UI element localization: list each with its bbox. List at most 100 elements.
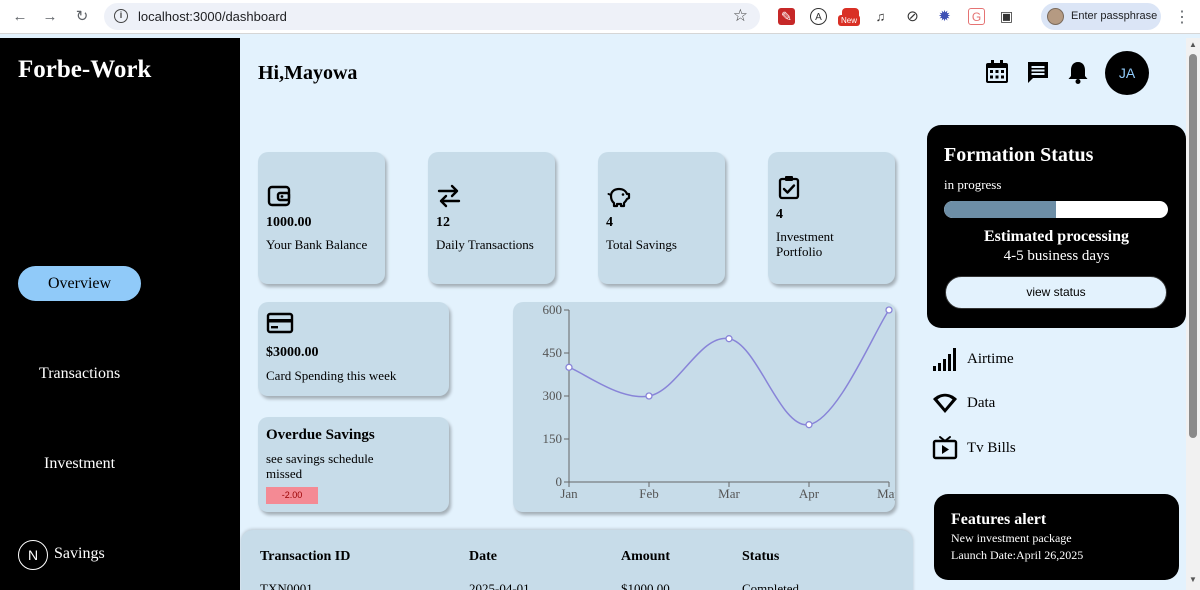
y-tick-label: 450 (543, 345, 563, 360)
data-point (565, 363, 573, 371)
reload-icon[interactable]: ↻ (72, 7, 92, 27)
cell-status: Completed (742, 581, 800, 590)
alert-title: Features alert (951, 511, 1047, 528)
overdue-description: see savings schedule missed (266, 451, 374, 481)
extensions-puzzle-icon[interactable]: ▣ (998, 8, 1015, 25)
x-tick-label: May (877, 486, 895, 501)
nav-transactions[interactable]: Transactions (39, 365, 120, 383)
profile-label: Enter passphrase (1071, 10, 1158, 22)
cell-transaction-id: TXN0001 (260, 581, 313, 590)
features-alert-panel: Features alert New investment package La… (934, 494, 1179, 580)
extension-gear-icon[interactable]: ✹ (936, 8, 953, 25)
new-badge: New (838, 15, 861, 26)
forward-icon[interactable]: → (40, 7, 60, 27)
extension-g-icon[interactable]: G (968, 8, 985, 25)
page-scrollbar[interactable]: ▲ ▼ (1186, 38, 1200, 590)
stat-card-total-savings[interactable]: 4 Total Savings (598, 152, 725, 284)
credit-card-icon (266, 312, 294, 334)
y-tick-label: 300 (543, 388, 563, 403)
card-spending-card[interactable]: $3000.00 Card Spending this week (258, 302, 449, 396)
data-point (885, 306, 893, 314)
x-tick-label: Feb (639, 486, 659, 501)
extension-block-icon[interactable]: ⊘ (904, 8, 921, 25)
cell-date: 2025-04-01 (469, 581, 530, 590)
column-header-date[interactable]: Date (469, 549, 497, 565)
profile-avatar (1047, 8, 1064, 25)
signal-bars-icon (933, 348, 956, 371)
alert-line-1: New investment package (951, 531, 1072, 545)
extension-a-icon[interactable]: A (810, 8, 827, 25)
profile-button[interactable]: Enter passphrase (1041, 3, 1161, 30)
transactions-table: Transaction ID Date Amount Status TXN000… (241, 530, 913, 590)
transfer-arrows-icon (437, 184, 461, 208)
bookmark-star-icon[interactable]: ☆ (733, 6, 748, 26)
estimated-processing-title: Estimated processing (983, 228, 1130, 245)
alert-line-2: Launch Date:April 26,2025 (951, 548, 1084, 562)
site-info-icon[interactable]: i (114, 9, 128, 23)
stat-value: 4 (606, 215, 613, 230)
extension-mic-icon[interactable]: ♫ (872, 8, 889, 25)
wallet-icon (267, 185, 291, 207)
column-header-transaction-id[interactable]: Transaction ID (260, 549, 350, 565)
stat-value: 1000.00 (266, 215, 312, 230)
utility-tv-bills[interactable]: Tv Bills (932, 435, 1132, 461)
stat-card-investment-portfolio[interactable]: 4 Investment Portfolio (768, 152, 895, 284)
overdue-title: Overdue Savings (266, 427, 375, 443)
tv-icon (932, 436, 958, 460)
stat-label: Your Bank Balance (266, 237, 368, 252)
series-line (568, 309, 890, 426)
formation-status-text: in progress (944, 177, 1002, 192)
utility-label: Airtime (967, 351, 1014, 367)
nav-overview[interactable]: Overview (18, 266, 141, 301)
progress-fill (944, 201, 1056, 218)
estimated-processing-days: 4-5 business days (1003, 248, 1110, 264)
scroll-up-icon[interactable]: ▲ (1186, 40, 1200, 49)
utility-data[interactable]: Data (932, 390, 1132, 416)
extension-pdf-icon[interactable]: ✎ (778, 8, 795, 25)
scroll-thumb[interactable] (1189, 54, 1197, 438)
stat-card-bank-balance[interactable]: 1000.00 Your Bank Balance (258, 152, 385, 284)
cell-amount: $1000.00 (621, 581, 670, 590)
utility-airtime[interactable]: Airtime (932, 346, 1132, 372)
user-avatar[interactable]: JA (1105, 51, 1149, 95)
calendar-icon[interactable] (984, 59, 1010, 85)
wifi-icon (933, 393, 957, 413)
spending-label: Card Spending this week (266, 368, 397, 383)
x-tick-label: Jan (560, 486, 578, 501)
scroll-down-icon[interactable]: ▼ (1186, 575, 1200, 584)
spending-value: $3000.00 (266, 345, 319, 360)
overdue-savings-card[interactable]: Overdue Savings see savings schedule mis… (258, 417, 449, 512)
x-tick-label: Apr (799, 486, 820, 501)
column-header-amount[interactable]: Amount (621, 549, 670, 565)
browser-toolbar: ← → ↻ i localhost:3000/dashboard ☆ ✎ A N… (0, 0, 1200, 34)
nav-savings[interactable]: Savings (54, 545, 105, 563)
utility-label: Data (967, 395, 996, 411)
address-bar[interactable]: i localhost:3000/dashboard ☆ (104, 3, 760, 30)
stat-value: 12 (436, 215, 450, 230)
clipboard-check-icon (778, 176, 800, 200)
stat-label: Daily Transactions (436, 237, 534, 252)
url-text[interactable]: localhost:3000/dashboard (138, 9, 287, 24)
stat-label: Investment Portfolio (776, 229, 834, 259)
stat-value: 4 (776, 207, 783, 222)
back-icon[interactable]: ← (10, 7, 30, 27)
y-tick-label: 600 (543, 302, 563, 317)
view-status-button[interactable]: view status (945, 276, 1167, 309)
stat-label: Total Savings (606, 237, 677, 252)
nav-investment[interactable]: Investment (44, 455, 115, 473)
page-greeting: Hi,Mayowa (258, 62, 358, 84)
bell-icon[interactable] (1065, 59, 1091, 85)
message-icon[interactable] (1025, 59, 1051, 85)
x-tick-label: Mar (718, 486, 740, 501)
data-point (725, 335, 733, 343)
overdue-amount-badge: -2.00 (266, 487, 318, 504)
line-chart-svg: 0150300450600JanFebMarAprMay (543, 302, 896, 501)
utility-label: Tv Bills (967, 440, 1016, 456)
formation-title: Formation Status (944, 144, 1094, 166)
data-point (645, 392, 653, 400)
column-header-status[interactable]: Status (742, 549, 779, 565)
n-badge-icon[interactable]: N (18, 540, 48, 570)
stat-card-daily-transactions[interactable]: 12 Daily Transactions (428, 152, 555, 284)
browser-menu-icon[interactable]: ⋮ (1174, 7, 1190, 27)
piggy-bank-icon (607, 187, 631, 208)
